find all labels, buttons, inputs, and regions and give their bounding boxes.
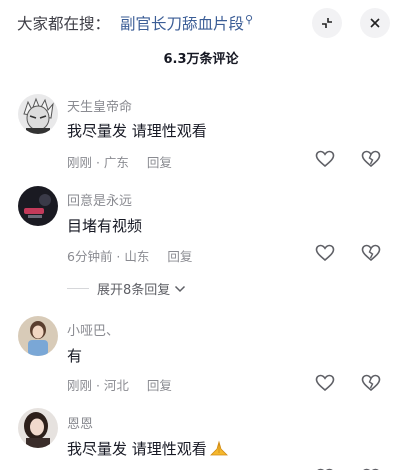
close-icon	[370, 18, 380, 28]
comment-text: 我尽量发 请理性观看	[67, 122, 207, 140]
chevron-down-icon	[175, 285, 186, 292]
avatar-image	[18, 408, 58, 448]
reply-button[interactable]: 回复	[167, 249, 192, 264]
dislike-icon[interactable]	[360, 372, 382, 394]
search-suggestion-link[interactable]: 副官长刀舔血片段⚲	[120, 12, 253, 34]
praying-hands-emoji	[209, 440, 228, 456]
expand-divider	[67, 288, 89, 289]
username[interactable]: 小哑巴、	[67, 320, 119, 339]
comment-time-location: 6分钟前 · 山东	[67, 249, 150, 264]
close-button[interactable]	[360, 8, 390, 38]
comment-meta: 刚刚 · 河北 回复	[67, 375, 172, 394]
like-icon[interactable]	[314, 148, 336, 170]
comment-text: 有	[67, 347, 83, 365]
collapse-window-icon	[322, 18, 332, 28]
dislike-icon[interactable]	[360, 242, 382, 264]
reply-button[interactable]: 回复	[147, 378, 172, 393]
avatar[interactable]	[18, 316, 58, 356]
dislike-icon[interactable]	[360, 148, 382, 170]
expand-replies-label: 展开8条回复	[97, 283, 171, 298]
search-prefix: 大家都在搜：	[17, 15, 111, 33]
username[interactable]: 恩恩	[67, 413, 93, 432]
comment-time-location: 刚刚 · 广东	[67, 155, 129, 170]
like-icon[interactable]	[314, 466, 336, 470]
search-icon: ⚲	[245, 12, 254, 26]
comment-count: 6.3万条评论	[163, 52, 239, 67]
header: 大家都在搜： 副官长刀舔血片段⚲	[0, 0, 402, 44]
avatar[interactable]	[18, 94, 58, 134]
like-icon[interactable]	[314, 372, 336, 394]
comment-meta: 6分钟前 · 山东 回复	[67, 246, 192, 265]
reply-button[interactable]: 回复	[147, 155, 172, 170]
search-term-text: 副官长刀舔血片段	[120, 15, 245, 33]
avatar-image	[18, 94, 58, 134]
comment-text: 我尽量发 请理性观看	[67, 440, 207, 458]
username[interactable]: 天生皇帝命	[67, 96, 132, 115]
comment-text-wrapper: 我尽量发 请理性观看	[67, 438, 229, 459]
username[interactable]: 回意是永远	[67, 190, 132, 209]
avatar[interactable]	[18, 186, 58, 226]
dislike-icon[interactable]	[360, 466, 382, 470]
collapse-button[interactable]	[312, 8, 342, 38]
avatar-image	[18, 186, 58, 226]
avatar-image	[18, 316, 58, 356]
comment-text: 目堵有视频	[67, 217, 143, 235]
expand-replies-button[interactable]: 展开8条回复	[67, 279, 186, 298]
avatar[interactable]	[18, 408, 58, 448]
comment-time-location: 刚刚 · 河北	[67, 378, 129, 393]
comment-meta: 刚刚 · 广东 回复	[67, 152, 172, 171]
like-icon[interactable]	[314, 242, 336, 264]
